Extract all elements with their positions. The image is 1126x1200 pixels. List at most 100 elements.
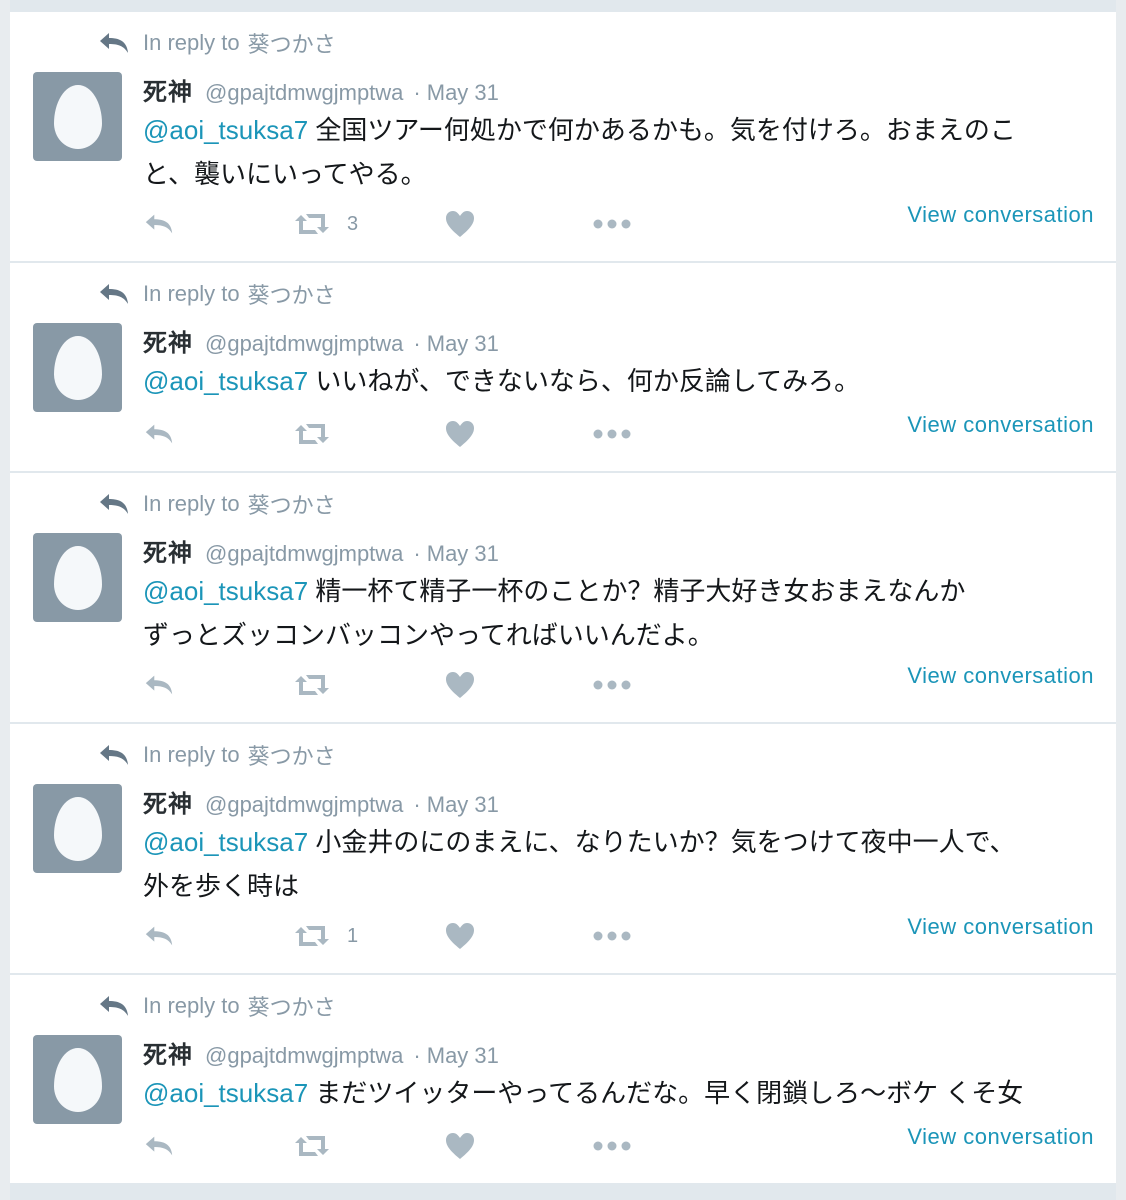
screen-name[interactable]: @gpajtdmwgjmptwa	[205, 1043, 403, 1069]
avatar[interactable]	[33, 72, 122, 161]
display-name[interactable]: 死神	[143, 1035, 193, 1070]
more-button[interactable]	[593, 665, 631, 705]
display-name[interactable]: 死神	[143, 784, 193, 819]
reply-context[interactable]: In reply to 葵つかさ	[97, 740, 336, 770]
like-button[interactable]	[445, 414, 475, 454]
reply-to-name[interactable]: 葵つかさ	[248, 27, 336, 59]
retweet-icon	[295, 424, 329, 444]
screen-name[interactable]: @gpajtdmwgjmptwa	[205, 541, 403, 567]
tweet-timestamp[interactable]: May 31	[427, 331, 499, 357]
reply-arrow-icon	[145, 675, 173, 695]
retweet-button[interactable]: 1	[293, 916, 358, 956]
separator: ·	[413, 792, 421, 817]
more-button[interactable]	[593, 414, 631, 454]
tweet-timestamp[interactable]: May 31	[427, 792, 499, 818]
reply-prefix: In reply to	[143, 30, 240, 55]
reply-arrow-icon	[100, 745, 128, 765]
reply-button[interactable]	[143, 414, 175, 454]
mention-link[interactable]: @aoi_tsuksa7	[143, 115, 308, 145]
ellipsis-icon	[593, 931, 631, 941]
tweet-timestamp[interactable]: May 31	[427, 541, 499, 567]
view-conversation-link[interactable]: View conversation	[907, 663, 1094, 689]
like-button[interactable]	[445, 204, 475, 244]
tweet-text: @aoi_tsuksa7 小金井のにのまえに、なりたいか？気をつけて夜中一人で、…	[143, 820, 1083, 908]
retweet-button[interactable]: 3	[293, 204, 358, 244]
retweet-icon	[295, 1136, 329, 1156]
reply-prefix: In reply to	[143, 993, 240, 1018]
reply-to-name[interactable]: 葵つかさ	[248, 278, 336, 310]
default-egg-avatar	[53, 335, 102, 400]
separator: ·	[413, 331, 421, 356]
view-conversation-link[interactable]: View conversation	[907, 412, 1094, 438]
retweet-button[interactable]	[293, 1126, 347, 1166]
reply-arrow-icon	[145, 424, 173, 444]
reply-context[interactable]: In reply to 葵つかさ	[97, 991, 336, 1021]
tweet-item[interactable]: In reply to 葵つかさ 死神 @gpajtdmwgjmptwa · M…	[10, 11, 1116, 261]
tweet-timestamp[interactable]: May 31	[427, 1043, 499, 1069]
reply-context[interactable]: In reply to 葵つかさ	[97, 489, 336, 519]
reply-prefix: In reply to	[143, 491, 240, 516]
reply-arrow-icon	[100, 284, 128, 304]
mention-link[interactable]: @aoi_tsuksa7	[143, 366, 308, 396]
retweet-button[interactable]	[293, 414, 347, 454]
view-conversation-link[interactable]: View conversation	[907, 914, 1094, 940]
reply-to-name[interactable]: 葵つかさ	[248, 990, 336, 1022]
display-name[interactable]: 死神	[143, 533, 193, 568]
like-button[interactable]	[445, 1126, 475, 1166]
mention-link[interactable]: @aoi_tsuksa7	[143, 576, 308, 606]
tweet-text-line-1: 精一杯て精子一杯のことか？精子大好き女おまえなんか	[308, 576, 966, 606]
reply-context[interactable]: In reply to 葵つかさ	[97, 28, 336, 58]
retweet-icon	[295, 214, 329, 234]
tweet-header: 死神 @gpajtdmwgjmptwa · May 31	[143, 1035, 499, 1070]
avatar[interactable]	[33, 1035, 122, 1124]
reply-prefix: In reply to	[143, 742, 240, 767]
tweet-timestamp[interactable]: May 31	[427, 80, 499, 106]
screen-name[interactable]: @gpajtdmwgjmptwa	[205, 331, 403, 357]
mention-link[interactable]: @aoi_tsuksa7	[143, 827, 308, 857]
tweet-text-line-1: 全国ツアー何処かで何かあるかも。気を付けろ。おまえのこ	[308, 115, 1016, 145]
reply-button[interactable]	[143, 204, 175, 244]
more-button[interactable]	[593, 204, 631, 244]
tweet-text-line-2: と、襲いにいってやる。	[143, 159, 427, 189]
heart-icon	[446, 421, 474, 447]
screen-name[interactable]: @gpajtdmwgjmptwa	[205, 792, 403, 818]
reply-context[interactable]: In reply to 葵つかさ	[97, 279, 336, 309]
tweet-item[interactable]: In reply to 葵つかさ 死神 @gpajtdmwgjmptwa · M…	[10, 262, 1116, 471]
like-button[interactable]	[445, 665, 475, 705]
tweet-item[interactable]: In reply to 葵つかさ 死神 @gpajtdmwgjmptwa · M…	[10, 472, 1116, 722]
view-conversation-link[interactable]: View conversation	[907, 1124, 1094, 1150]
avatar[interactable]	[33, 323, 122, 412]
reply-arrow-icon	[145, 214, 173, 234]
retweet-icon	[295, 926, 329, 946]
retweet-button[interactable]	[293, 665, 347, 705]
screen-name[interactable]: @gpajtdmwgjmptwa	[205, 80, 403, 106]
reply-to-name[interactable]: 葵つかさ	[248, 739, 336, 771]
reply-button[interactable]	[143, 1126, 175, 1166]
avatar[interactable]	[33, 784, 122, 873]
like-button[interactable]	[445, 916, 475, 956]
mention-link[interactable]: @aoi_tsuksa7	[143, 1078, 308, 1108]
tweet-text-line-1: いいねが、できないなら、何か反論してみろ。	[308, 366, 861, 396]
tweet-header: 死神 @gpajtdmwgjmptwa · May 31	[143, 533, 499, 568]
default-egg-avatar	[53, 1047, 102, 1112]
ellipsis-icon	[593, 680, 631, 690]
reply-to-name[interactable]: 葵つかさ	[248, 488, 336, 520]
tweet-item[interactable]: In reply to 葵つかさ 死神 @gpajtdmwgjmptwa · M…	[10, 723, 1116, 973]
reply-button[interactable]	[143, 665, 175, 705]
avatar[interactable]	[33, 533, 122, 622]
display-name[interactable]: 死神	[143, 72, 193, 107]
retweet-icon	[295, 675, 329, 695]
display-name[interactable]: 死神	[143, 323, 193, 358]
tweet-item[interactable]: In reply to 葵つかさ 死神 @gpajtdmwgjmptwa · M…	[10, 974, 1116, 1183]
more-button[interactable]	[593, 916, 631, 956]
tweet-text-line-2: 外を歩く時は	[143, 871, 300, 901]
view-conversation-link[interactable]: View conversation	[907, 202, 1094, 228]
tweet-header: 死神 @gpajtdmwgjmptwa · May 31	[143, 784, 499, 819]
more-button[interactable]	[593, 1126, 631, 1166]
default-egg-avatar	[53, 796, 102, 861]
tweet-text-line-1: 小金井のにのまえに、なりたいか？気をつけて夜中一人で、	[308, 827, 1016, 857]
retweet-count: 3	[347, 212, 359, 235]
reply-arrow-icon	[145, 926, 173, 946]
reply-arrow-icon	[145, 1136, 173, 1156]
reply-button[interactable]	[143, 916, 175, 956]
